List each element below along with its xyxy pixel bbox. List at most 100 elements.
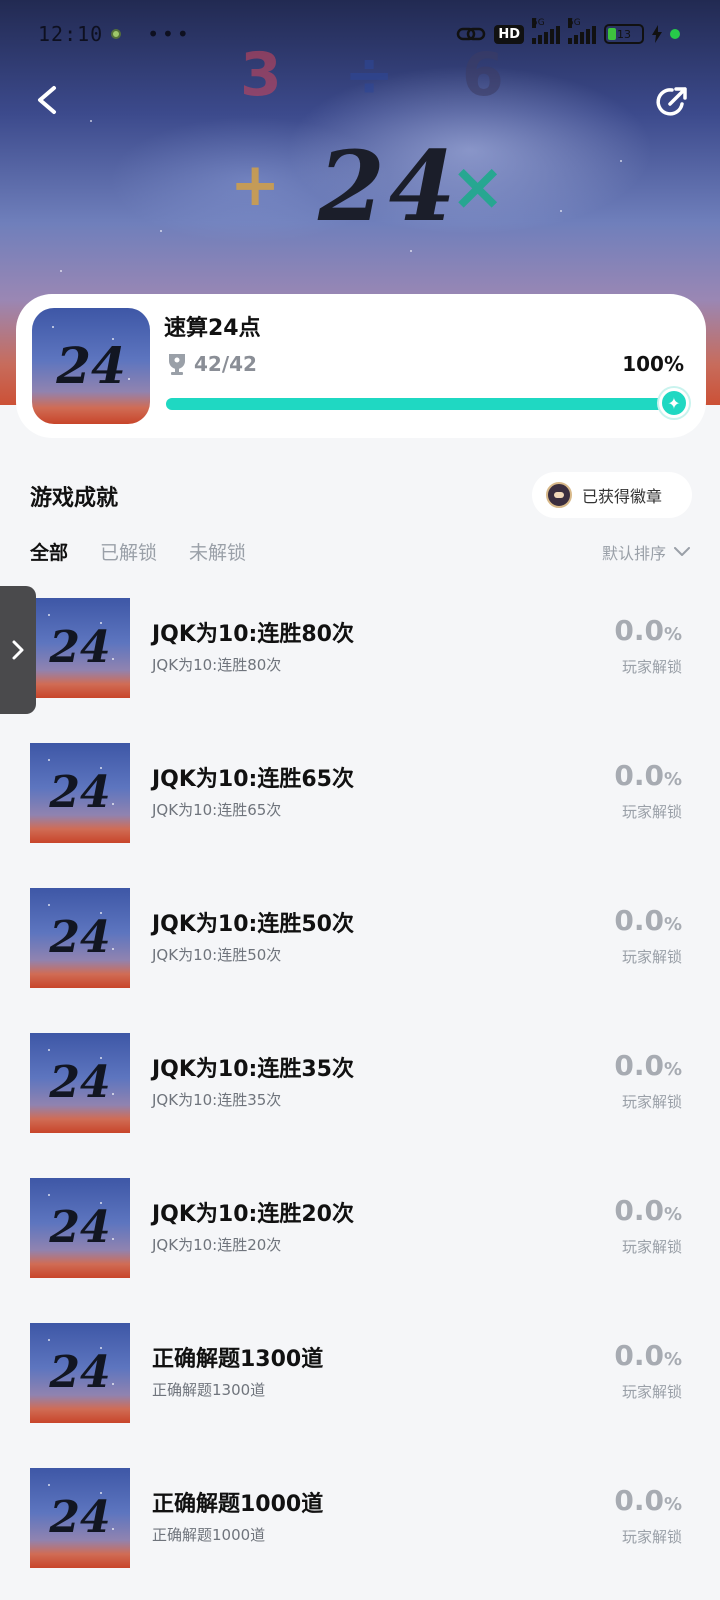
achievement-row[interactable]: 24 JQK为10:连胜20次 JQK为10:连胜20次 0.0% 玩家解锁 [0,1172,720,1317]
unlock-rate: 0.0% [614,1049,682,1082]
achievement-icon-text: 24 [49,912,111,963]
achievement-title: JQK为10:连胜35次 [152,1057,354,1082]
achievement-icon-text: 24 [49,1057,111,1108]
achievement-icon: 24 [30,1323,130,1423]
achievement-title: JQK为10:连胜65次 [152,767,354,792]
unlock-rate-unit: % [663,769,682,790]
unlock-rate-label: 玩家解锁 [621,1528,682,1546]
unlock-rate-unit: % [663,1204,682,1225]
game-icon-text: 24 [56,335,126,395]
charging-icon [652,25,662,43]
progress-bar: ✦ [166,388,689,418]
share-button[interactable] [652,82,692,122]
achievement-row[interactable]: 24 JQK为10:连胜35次 JQK为10:连胜35次 0.0% 玩家解锁 [0,1027,720,1172]
decor-plus-sign: + [230,150,281,220]
unlock-rate-value: 0.0 [614,614,664,647]
earned-badges-button[interactable]: 已获得徽章 [532,472,692,518]
status-bar: 12:10 ••• HD 5G 5G 13 [38,18,680,50]
achievement-row[interactable]: 24 JQK为10:连胜65次 JQK为10:连胜65次 0.0% 玩家解锁 [0,737,720,882]
achievement-subtitle: JQK为10:连胜65次 [152,801,282,819]
unlock-rate-label: 玩家解锁 [621,1093,682,1111]
unlock-rate-unit: % [663,624,682,645]
achievement-subtitle: JQK为10:连胜50次 [152,946,282,964]
achievement-row[interactable]: 24 JQK为10:连胜80次 JQK为10:连胜80次 0.0% 玩家解锁 [0,592,720,737]
unlock-rate-label: 玩家解锁 [621,1238,682,1256]
filter-tabs: 全部 已解锁 未解锁 [30,538,246,565]
unlock-rate: 0.0% [614,1194,682,1227]
achievement-icon: 24 [30,1468,130,1568]
chevron-right-icon [12,640,24,660]
network-type-label: 5G [532,18,545,28]
game-icon: 24 [32,308,150,424]
hd-voice-badge: HD [494,24,524,44]
chevron-down-icon [674,547,690,556]
hero-title-24: 24 [318,130,460,243]
status-more-dots: ••• [147,22,192,46]
achievement-subtitle: 正确解题1300道 [152,1381,266,1399]
decor-divide-sign: ÷ [344,40,395,110]
unlock-rate-label: 玩家解锁 [621,658,682,676]
game-name: 速算24点 [164,316,261,341]
back-button[interactable] [28,80,68,120]
achievement-title: JQK为10:连胜20次 [152,1202,354,1227]
unlock-rate-value: 0.0 [614,904,664,937]
decor-digit-3: 3 [240,40,282,110]
achievement-subtitle: 正确解题1000道 [152,1526,266,1544]
achievement-title: JQK为10:连胜80次 [152,622,354,647]
badge-avatar-icon [546,482,572,508]
network-type-label-2: 5G [568,18,581,28]
achievement-title: JQK为10:连胜50次 [152,912,354,937]
unlock-rate: 0.0% [614,1339,682,1372]
achievement-title: 正确解题1300道 [152,1347,324,1372]
achievement-icon-text: 24 [49,1492,111,1543]
achievement-row[interactable]: 24 JQK为10:连胜50次 JQK为10:连胜50次 0.0% 玩家解锁 [0,882,720,1027]
achievement-row[interactable]: 24 正确解题1300道 正确解题1300道 0.0% 玩家解锁 [0,1317,720,1462]
signal-icon-2: 5G [568,18,596,44]
privacy-indicator-dot [670,29,680,39]
achievement-icon-text: 24 [49,1202,111,1253]
unlock-rate-value: 0.0 [614,1484,664,1517]
achievement-icon: 24 [30,888,130,988]
earned-badges-label: 已获得徽章 [582,487,663,506]
achievement-icon-text: 24 [49,622,111,673]
chevron-left-icon [38,86,56,114]
unlock-rate: 0.0% [614,614,682,647]
side-drawer-handle[interactable] [0,586,36,714]
decor-digit-6: 6 [462,40,504,110]
unlock-rate-value: 0.0 [614,1339,664,1372]
status-app-icon [111,29,122,39]
unlock-rate-value: 0.0 [614,1049,664,1082]
sort-dropdown[interactable]: 默认排序 [602,540,690,564]
status-time: 12:10 [38,22,104,46]
achievement-count: 42/42 [194,352,257,376]
achievement-subtitle: JQK为10:连胜80次 [152,656,282,674]
link-icon [457,27,486,41]
game-summary-card: 24 速算24点 42/42 100% ✦ [16,294,706,438]
unlock-rate-value: 0.0 [614,1194,664,1227]
sort-label: 默认排序 [601,544,666,563]
unlock-rate-value: 0.0 [614,759,664,792]
achievement-icon: 24 [30,1178,130,1278]
achievement-row[interactable]: 24 正确解题1000道 正确解题1000道 0.0% 玩家解锁 [0,1462,720,1600]
achievement-icon: 24 [30,743,130,843]
achievement-subtitle: JQK为10:连胜35次 [152,1091,282,1109]
unlock-rate-unit: % [663,1349,682,1370]
share-icon [656,87,687,116]
achievement-icon: 24 [30,1033,130,1133]
battery-level: 13 [617,27,631,41]
battery-icon: 13 [604,24,644,44]
achievement-icon-text: 24 [49,1347,111,1398]
progress-bar-fill [166,398,674,410]
unlock-rate: 0.0% [614,1484,682,1517]
achievement-list: 24 JQK为10:连胜80次 JQK为10:连胜80次 0.0% 玩家解锁 24 JQK为… [0,592,720,1600]
unlock-rate-label: 玩家解锁 [621,1383,682,1401]
section-title: 游戏成就 [30,486,119,511]
achievement-title: 正确解题1000道 [152,1492,324,1517]
trophy-icon [169,354,185,375]
tab-unlocked[interactable]: 已解锁 [100,538,157,565]
unlock-rate-label: 玩家解锁 [621,948,682,966]
tab-locked[interactable]: 未解锁 [189,538,246,565]
tab-all[interactable]: 全部 [30,538,68,565]
sparkle-icon: ✦ [659,388,689,418]
unlock-rate-label: 玩家解锁 [621,803,682,821]
